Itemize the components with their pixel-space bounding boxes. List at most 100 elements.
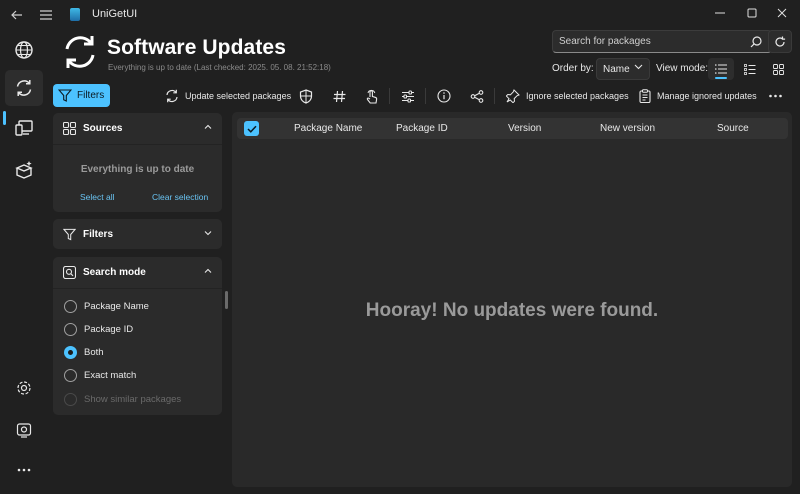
column-header-package-id[interactable]: Package ID xyxy=(396,123,448,134)
column-header-source[interactable]: Source xyxy=(717,123,749,134)
radio-button[interactable] xyxy=(64,299,77,313)
search-input[interactable]: Search for packages xyxy=(552,30,772,53)
search-mode-icon xyxy=(63,266,76,279)
detail-list-icon xyxy=(744,63,756,75)
package-details-button[interactable] xyxy=(437,86,451,106)
sync-icon xyxy=(16,80,32,96)
search-mode-option-exact-match[interactable]: Exact match xyxy=(64,368,136,382)
update-selected-button[interactable]: Update selected packages xyxy=(165,86,291,106)
maximize-icon xyxy=(747,8,757,18)
skip-hash-button[interactable] xyxy=(333,86,346,106)
radio-label: Package Name xyxy=(84,300,149,312)
nav-bundles[interactable] xyxy=(5,152,43,188)
more-options-button[interactable] xyxy=(769,86,782,106)
clear-selection-link[interactable]: Clear selection xyxy=(152,192,208,202)
panel-divider xyxy=(53,144,222,145)
column-header-new-version[interactable]: New version xyxy=(600,123,655,134)
back-button[interactable] xyxy=(2,0,32,30)
close-icon xyxy=(777,8,787,18)
radio-button[interactable] xyxy=(64,322,77,336)
clipboard-list-icon xyxy=(639,89,651,103)
touch-hand-icon xyxy=(366,89,378,104)
share-button[interactable] xyxy=(470,86,484,106)
select-all-checkbox[interactable] xyxy=(244,121,259,136)
shield-icon xyxy=(299,88,313,104)
hamburger-icon xyxy=(40,10,52,20)
panel-divider xyxy=(53,288,222,289)
filters-panel[interactable]: Filters xyxy=(53,219,222,249)
ignore-selected-label: Ignore selected packages xyxy=(526,91,629,101)
select-all-link[interactable]: Select all xyxy=(80,192,115,202)
page-title: Software Updates xyxy=(107,36,286,59)
sources-empty-message: Everything is up to date xyxy=(80,164,195,175)
update-sync-icon xyxy=(166,89,178,103)
filters-panel-header[interactable]: Filters xyxy=(53,219,222,249)
nav-software-updates[interactable] xyxy=(5,70,43,106)
chevron-up-icon xyxy=(204,268,212,273)
view-mode-grid-button[interactable] xyxy=(765,58,791,80)
more-dots-icon xyxy=(17,468,31,472)
nav-more[interactable] xyxy=(5,452,43,488)
ignore-selected-button[interactable]: Ignore selected packages xyxy=(506,86,629,106)
view-mode-active-indicator xyxy=(715,77,727,79)
search-mode-panel-header[interactable]: Search mode xyxy=(53,257,222,288)
search-mode-option-both[interactable]: Both xyxy=(64,345,104,359)
close-button[interactable] xyxy=(766,0,798,26)
minimize-icon xyxy=(715,12,725,14)
installed-devices-icon xyxy=(15,120,33,136)
list-view-icon xyxy=(715,64,727,74)
installation-options-button[interactable] xyxy=(401,86,415,106)
sources-panel-header[interactable]: Sources xyxy=(53,113,222,144)
manage-ignored-label: Manage ignored updates xyxy=(657,91,757,101)
more-dots-icon xyxy=(769,94,782,98)
radio-button[interactable] xyxy=(64,368,77,382)
search-button[interactable] xyxy=(744,33,768,51)
nav-settings[interactable] xyxy=(5,370,43,406)
radio-button-selected[interactable] xyxy=(64,345,77,359)
column-header-version[interactable]: Version xyxy=(508,123,541,134)
sliders-icon xyxy=(402,90,414,102)
radio-button-disabled xyxy=(64,392,77,406)
sources-panel-title: Sources xyxy=(83,123,123,134)
search-icon xyxy=(750,36,762,48)
search-mode-option-package-name[interactable]: Package Name xyxy=(64,299,149,313)
filter-funnel-icon xyxy=(58,89,72,102)
radio-label: Package ID xyxy=(84,323,134,335)
share-icon xyxy=(470,89,484,103)
last-checked-status: Everything is up to date (Last checked: … xyxy=(108,63,331,72)
filters-toggle-label: Filters xyxy=(77,90,105,101)
nav-about[interactable] xyxy=(5,412,43,448)
chevron-up-icon xyxy=(204,124,212,129)
run-as-admin-button[interactable] xyxy=(299,86,313,106)
interactive-update-button[interactable] xyxy=(365,86,378,106)
title-bar: UniGetUI xyxy=(0,0,800,30)
hash-icon xyxy=(333,90,346,102)
package-bundle-icon xyxy=(15,161,33,179)
empty-state-message: Hooray! No updates were found. xyxy=(365,300,659,321)
order-by-label: Order by: xyxy=(552,63,594,74)
panel-resize-handle[interactable] xyxy=(225,291,228,309)
software-updates-sync-icon xyxy=(65,36,95,68)
search-mode-panel-title: Search mode xyxy=(83,267,146,278)
toolbar-separator xyxy=(389,88,390,104)
filters-toggle-button[interactable]: Filters xyxy=(53,84,110,107)
column-header-package-name[interactable]: Package Name xyxy=(294,123,362,134)
filter-funnel-icon xyxy=(63,228,76,240)
reload-button[interactable] xyxy=(768,30,792,53)
checkmark-icon xyxy=(246,125,257,133)
menu-button[interactable] xyxy=(31,0,61,30)
ignore-pin-icon xyxy=(506,89,520,103)
app-logo-icon xyxy=(70,8,80,21)
info-icon xyxy=(437,89,451,103)
view-mode-detail-button[interactable] xyxy=(737,58,763,80)
minimize-button[interactable] xyxy=(704,0,736,26)
nav-discover[interactable] xyxy=(5,32,43,68)
maximize-button[interactable] xyxy=(736,0,768,26)
radio-label: Exact match xyxy=(84,369,137,381)
manage-ignored-button[interactable]: Manage ignored updates xyxy=(639,86,757,106)
filters-panel-title: Filters xyxy=(83,228,114,240)
navigation-rail xyxy=(0,30,46,494)
nav-installed-packages[interactable] xyxy=(5,110,43,146)
grid-view-icon xyxy=(772,63,784,75)
search-mode-option-package-id[interactable]: Package ID xyxy=(64,322,133,336)
